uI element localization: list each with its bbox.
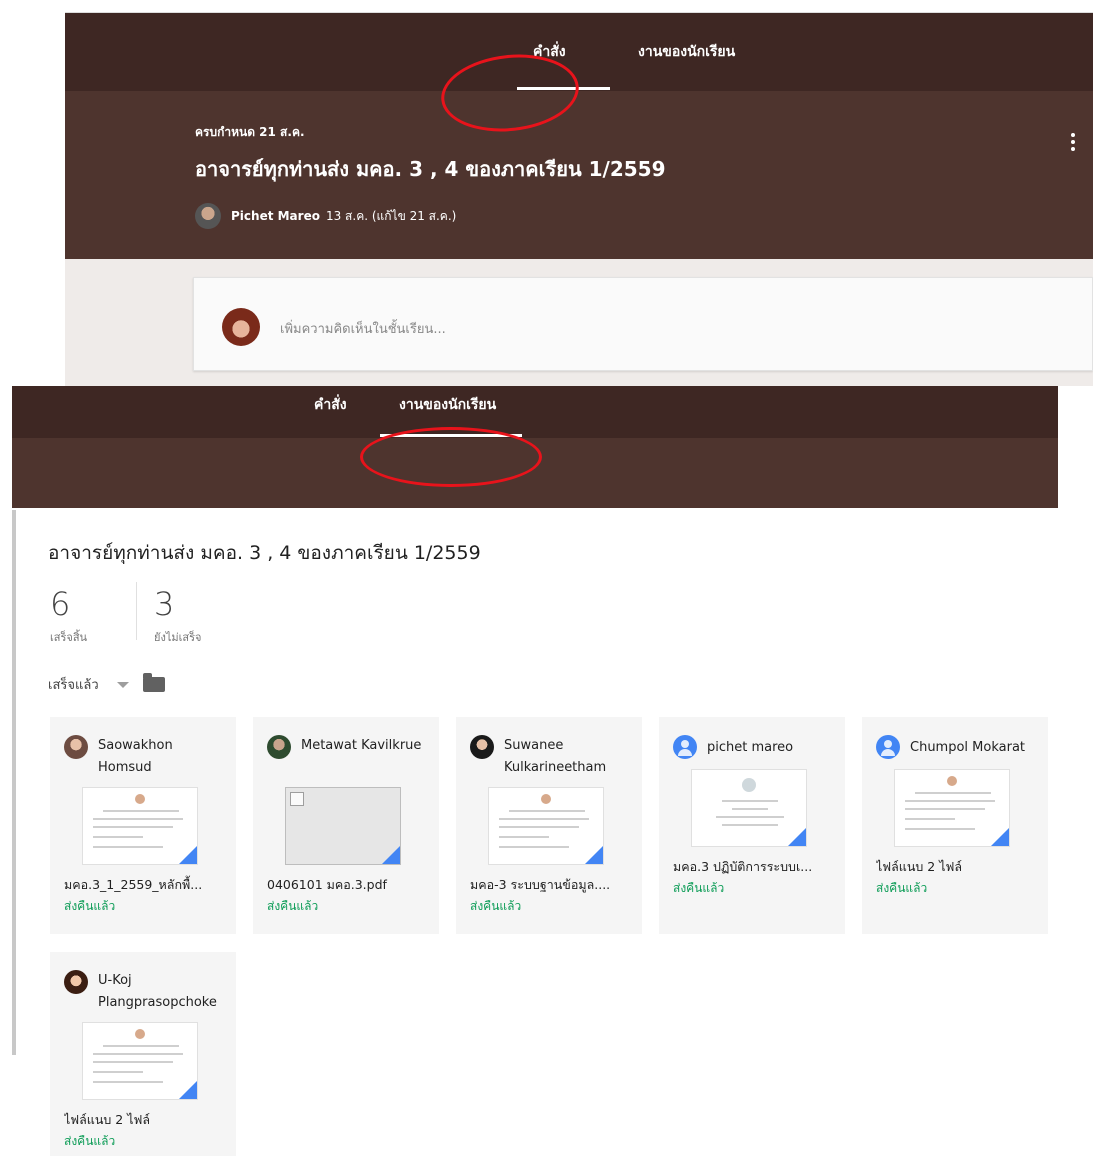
student-work-screenshot: คำสั่ง งานของนักเรียน อาจารย์ทุกท่านส่ง … [12,386,1058,1156]
returned-status: ส่งคืนแล้ว [267,899,319,913]
student-name: Saowakhon Homsud [98,738,173,775]
submission-card[interactable]: U-Koj Plangprasopchoke ไฟล์แนบ 2 ไฟล์ ส่… [50,952,236,1156]
file-name[interactable]: 0406101 มคอ.3.pdf [267,875,433,895]
returned-status: ส่งคืนแล้ว [470,899,522,913]
bottom-tab-bar: คำสั่ง งานของนักเรียน [12,386,1058,438]
student-avatar [64,735,88,759]
file-thumbnail[interactable] [82,787,198,865]
student-name: pichet mareo [707,740,794,755]
class-comment-box[interactable]: เพิ่มความคิดเห็นในชั้นเรียน... [193,277,1093,371]
scrollbar[interactable] [12,510,16,1055]
file-thumbnail[interactable] [488,787,604,865]
file-thumbnail[interactable] [82,1022,198,1100]
submission-card[interactable]: Chumpol Mokarat ไฟล์แนบ 2 ไฟล์ ส่งคืนแล้… [862,717,1048,934]
file-thumbnail[interactable] [691,769,807,847]
student-name: U-Koj Plangprasopchoke [98,973,217,1010]
not-done-label: ยังไม่เสร็จ [154,631,202,644]
chevron-down-icon[interactable] [116,681,129,688]
due-date: ครบกำหนด 21 ส.ค. [195,125,305,139]
student-name: Suwanee Kulkarineetham [504,738,607,775]
broken-image-icon [290,792,304,806]
default-avatar-icon [876,735,900,759]
filter-label: เสร็จแล้ว [48,678,99,693]
author-avatar [195,203,221,229]
not-done-number: 3 [154,585,175,623]
student-avatar [267,735,291,759]
done-number: 6 [50,585,71,623]
file-name[interactable]: ไฟล์แนบ 2 ไฟล์ [876,857,1042,877]
author-name: Pichet Mareo [231,209,320,223]
not-done-count[interactable]: 3 ยังไม่เสร็จ [154,586,201,646]
divider [136,582,137,640]
returned-status: ส่งคืนแล้ว [673,881,725,895]
assignment-title: อาจารย์ทุกท่านส่ง มคอ. 3 , 4 ของภาคเรียน… [195,157,666,181]
annotation-circle-bottom [360,427,542,487]
file-thumbnail[interactable] [894,769,1010,847]
top-tab-bar: คำสั่ง งานของนักเรียน [65,13,1093,91]
file-thumbnail[interactable] [285,787,401,865]
submission-card[interactable]: Metawat Kavilkrue 0406101 มคอ.3.pdf ส่งค… [253,717,439,934]
done-label: เสร็จสิ้น [50,631,88,644]
submission-card[interactable]: Suwanee Kulkarineetham มคอ-3 ระบบฐานข้อม… [456,717,642,934]
default-avatar-icon [673,735,697,759]
tab-instructions[interactable]: คำสั่ง [314,394,347,416]
author-row: Pichet Mareo 13 ส.ค. (แก้ไข 21 ส.ค.) [195,203,456,229]
student-name: Chumpol Mokarat [910,740,1026,755]
student-avatar [470,735,494,759]
assignment-header: ครบกำหนด 21 ส.ค. อาจารย์ทุกท่านส่ง มคอ. … [65,91,1093,259]
submission-card[interactable]: Saowakhon Homsud มคอ.3_1_2559_หลักพื้...… [50,717,236,934]
tab-student-work[interactable]: งานของนักเรียน [638,41,735,63]
stream-view-screenshot: คำสั่ง งานของนักเรียน ครบกำหนด 21 ส.ค. อ… [65,12,1093,386]
file-name[interactable]: มคอ.3_1_2559_หลักพื้... [64,875,230,895]
assignment-title: อาจารย์ทุกท่านส่ง มคอ. 3 , 4 ของภาคเรียน… [48,542,481,564]
done-count[interactable]: 6 เสร็จสิ้น [50,586,87,646]
folder-icon[interactable] [142,673,165,692]
posted-date: 13 ส.ค. (แก้ไข 21 ส.ค.) [325,208,457,223]
file-name[interactable]: ไฟล์แนบ 2 ไฟล์ [64,1110,230,1130]
submission-card[interactable]: pichet mareo มคอ.3 ปฏิบัติการระบบเ... ส่… [659,717,845,934]
file-name[interactable]: มคอ-3 ระบบฐานข้อมูล.... [470,875,636,895]
returned-status: ส่งคืนแล้ว [876,881,928,895]
tab-student-work[interactable]: งานของนักเรียน [399,394,496,416]
comment-input[interactable]: เพิ่มความคิดเห็นในชั้นเรียน... [280,318,446,339]
student-name: Metawat Kavilkrue [301,738,422,753]
returned-status: ส่งคืนแล้ว [64,899,116,913]
file-name[interactable]: มคอ.3 ปฏิบัติการระบบเ... [673,857,839,877]
returned-status: ส่งคืนแล้ว [64,1134,116,1148]
student-avatar [64,970,88,994]
more-options-icon[interactable] [1069,133,1077,153]
status-filter[interactable]: เสร็จแล้ว [48,673,165,695]
user-avatar [222,308,260,346]
